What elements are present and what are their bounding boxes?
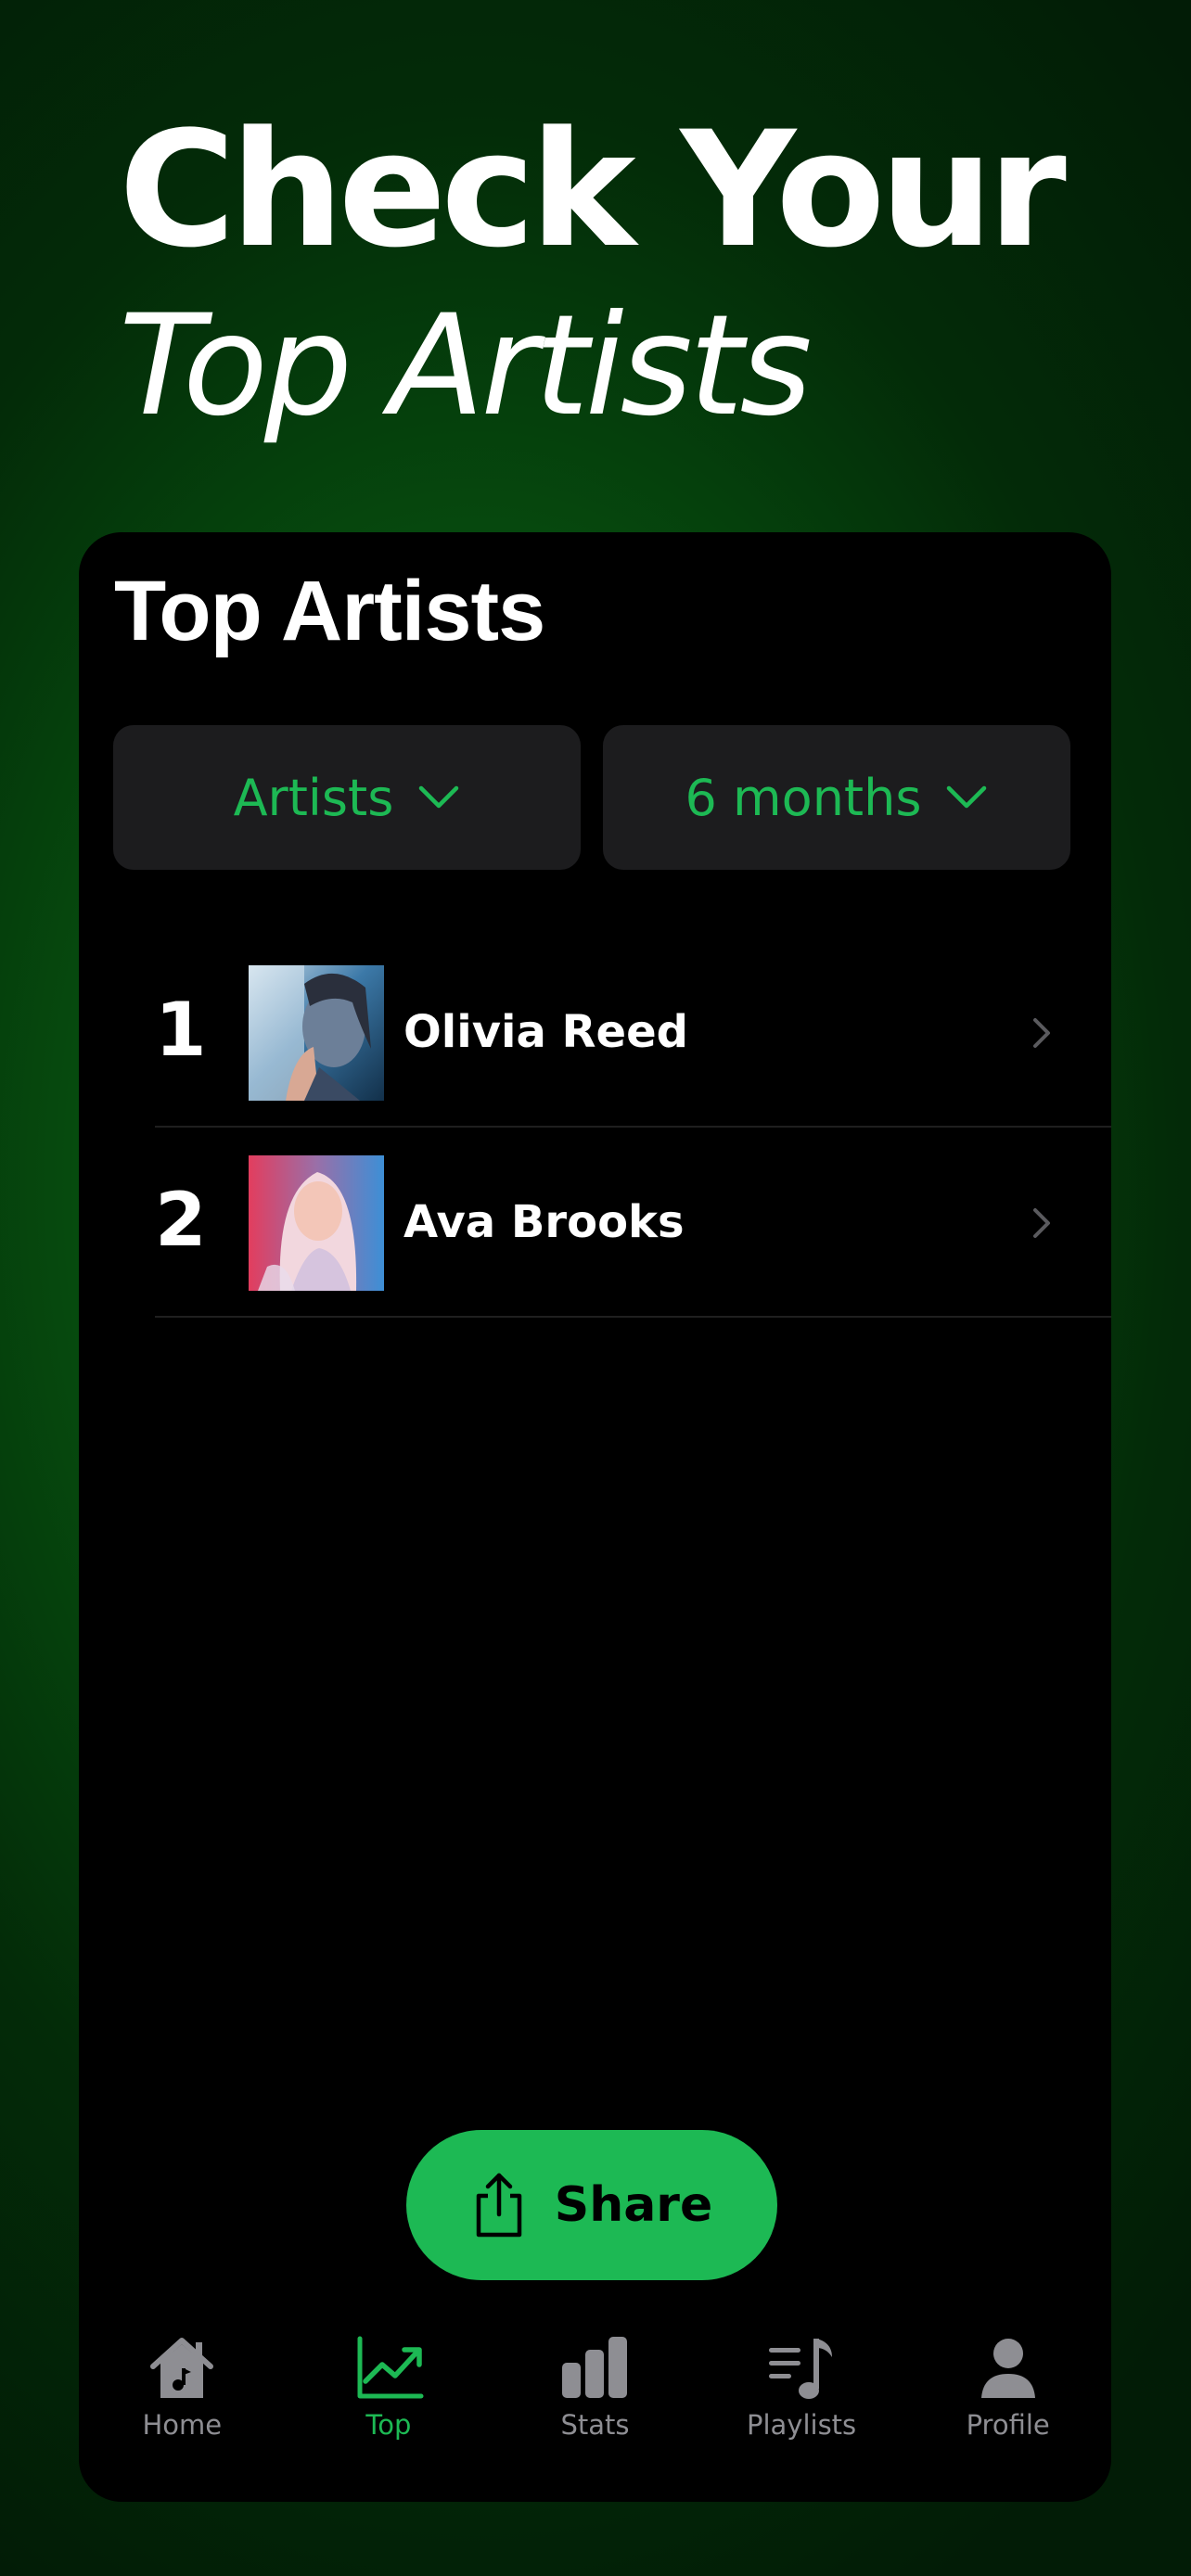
artist-photo bbox=[249, 965, 384, 1101]
bar-chart-icon bbox=[562, 2337, 628, 2398]
tab-profile-label: Profile bbox=[966, 2409, 1050, 2441]
row-divider bbox=[155, 1316, 1111, 1318]
chevron-down-icon bbox=[419, 785, 459, 809]
artist-list: 1 Olivia Reed 2 Ava Brooks bbox=[79, 937, 1111, 1318]
tab-playlists[interactable]: Playlists bbox=[698, 2331, 905, 2461]
artist-name: Olivia Reed bbox=[403, 1006, 688, 1058]
chevron-right-icon bbox=[1033, 1208, 1050, 1238]
artist-row[interactable]: 1 Olivia Reed bbox=[79, 937, 1111, 1128]
hero-heading: Check Your Top Artists bbox=[119, 96, 1067, 454]
artist-photo bbox=[249, 1155, 384, 1291]
category-dropdown-value: Artists bbox=[233, 768, 394, 827]
tab-bar: Home Top Stats Playlists Profile bbox=[79, 2331, 1111, 2461]
playlist-icon bbox=[769, 2339, 833, 2399]
share-icon bbox=[476, 2173, 521, 2238]
share-button[interactable]: Share bbox=[406, 2130, 777, 2280]
artist-name: Ava Brooks bbox=[403, 1196, 685, 1248]
hero-title-line1: Check Your bbox=[119, 96, 1067, 283]
trending-icon bbox=[357, 2336, 424, 2399]
app-screen-card: Top Artists Artists 6 months 1 Olivia Re… bbox=[79, 532, 1111, 2502]
artist-rank: 2 bbox=[155, 1177, 207, 1263]
hero-title-line2: Top Artists bbox=[119, 286, 813, 447]
tab-stats[interactable]: Stats bbox=[492, 2331, 698, 2461]
person-icon bbox=[980, 2339, 1035, 2398]
tab-playlists-label: Playlists bbox=[746, 2409, 857, 2441]
chevron-down-icon bbox=[947, 785, 987, 809]
chevron-right-icon bbox=[1033, 1018, 1050, 1048]
tab-home-label: Home bbox=[142, 2409, 223, 2441]
tab-top[interactable]: Top bbox=[286, 2331, 493, 2461]
tab-profile[interactable]: Profile bbox=[904, 2331, 1111, 2461]
time-range-dropdown-value: 6 months bbox=[685, 768, 922, 827]
share-button-label: Share bbox=[554, 2177, 713, 2233]
tab-stats-label: Stats bbox=[560, 2409, 630, 2441]
time-range-dropdown[interactable]: 6 months bbox=[603, 725, 1070, 870]
tab-home[interactable]: Home bbox=[79, 2331, 286, 2461]
tab-top-label: Top bbox=[365, 2409, 412, 2441]
category-dropdown[interactable]: Artists bbox=[113, 725, 581, 870]
home-icon bbox=[150, 2338, 214, 2398]
artist-row[interactable]: 2 Ava Brooks bbox=[79, 1128, 1111, 1318]
page-title: Top Artists bbox=[114, 564, 545, 658]
artist-rank: 1 bbox=[155, 987, 207, 1073]
